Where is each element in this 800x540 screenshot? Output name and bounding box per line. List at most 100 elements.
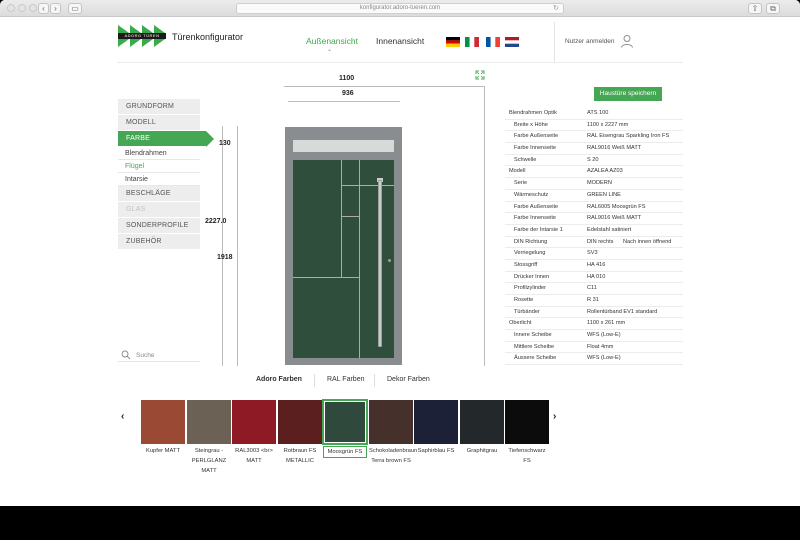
tab-divider xyxy=(314,374,315,387)
swatch-label: Saphirblau FS xyxy=(417,448,455,454)
tabs-icon[interactable]: ⧉ xyxy=(766,3,780,14)
tab-adoro-colors[interactable]: Adoro Farben xyxy=(256,371,302,389)
swatch-chip[interactable] xyxy=(232,400,276,444)
tab-outside-view[interactable]: Außenansicht xyxy=(306,36,358,46)
swatch-label: Graphitgrau xyxy=(466,448,498,454)
summary-row: Schwelle S 20 xyxy=(505,155,683,167)
swatch-label: Schokoladenbraun Terra brown FS xyxy=(369,448,418,464)
tab-dekor-colors[interactable]: Dekor Farben xyxy=(387,371,430,389)
back-icon[interactable]: ‹ xyxy=(38,3,49,14)
menu-item-grundform[interactable]: GRUNDFORM xyxy=(118,99,200,115)
dimension-inner-width: 936 xyxy=(342,90,354,97)
color-tabs: Adoro Farben RAL Farben Dekor Farben xyxy=(246,371,446,389)
brand-logo[interactable]: ADORO TÜREN xyxy=(118,25,166,47)
color-swatch[interactable]: Moosgrün FS xyxy=(322,399,368,458)
summary-row: Farbe Außenseite RAL6005 Moosgrün FS xyxy=(505,202,683,214)
next-swatches-button[interactable]: › xyxy=(553,411,556,422)
summary-row: Modell AZALEA AZ03 xyxy=(505,166,683,179)
tab-ral-colors[interactable]: RAL Farben xyxy=(327,371,364,389)
summary-row: Wärmeschutz GREEN LINE xyxy=(505,190,683,202)
door-groove xyxy=(341,185,394,186)
color-swatch[interactable]: Graphitgrau xyxy=(460,400,504,456)
previous-swatches-button[interactable]: ‹ xyxy=(121,411,124,422)
summary-key: Drücker Innen xyxy=(514,273,550,280)
expand-icon[interactable] xyxy=(475,70,485,80)
flag-germany-icon[interactable] xyxy=(446,37,460,47)
summary-key: Äussere Scheibe xyxy=(514,355,557,362)
summary-row: Rosette R 31 xyxy=(505,295,683,307)
menu-item-beschlaege[interactable]: BESCHLÄGE xyxy=(118,186,200,202)
swatch-label: Tiefenschwarz FS xyxy=(508,448,546,464)
summary-row: Mittlere Scheibe Float 4mm xyxy=(505,342,683,354)
swatch-chip[interactable] xyxy=(187,400,231,444)
summary-value: Edelstahl satiniert xyxy=(587,226,632,233)
dimension-line xyxy=(237,126,238,366)
flag-netherlands-icon[interactable] xyxy=(505,37,519,47)
summary-value: SV3 xyxy=(587,250,598,257)
swatch-chip[interactable] xyxy=(460,400,504,444)
zoom-dot[interactable] xyxy=(29,4,37,12)
summary-value: GREEN LINE xyxy=(587,191,621,198)
dimension-top-height: 130 xyxy=(219,140,231,147)
swatch-chip[interactable] xyxy=(369,400,413,444)
swatch-chip[interactable] xyxy=(278,400,322,444)
menu-item-farbe[interactable]: FARBE xyxy=(118,131,214,147)
save-door-button[interactable]: Haustüre speichern xyxy=(594,87,662,101)
color-swatch[interactable]: Tiefenschwarz FS xyxy=(505,400,549,466)
summary-key: Wärmeschutz xyxy=(514,191,549,198)
swatch-chip[interactable] xyxy=(322,399,368,445)
page-title: Türenkonfigurator xyxy=(172,32,244,42)
reload-icon[interactable]: ↻ xyxy=(553,4,559,13)
summary-value: HA 010 xyxy=(587,273,606,280)
forward-icon[interactable]: › xyxy=(50,3,61,14)
search-input[interactable] xyxy=(136,350,196,360)
color-swatch[interactable]: Kupfer MATT xyxy=(141,400,185,456)
summary-row: Blendrahmen Optik ATS 100 xyxy=(505,108,683,120)
color-swatch[interactable]: RAL3003 <br> MATT xyxy=(232,400,276,466)
dimension-outer-width: 1100 xyxy=(339,75,355,82)
submenu-item-fluegel[interactable]: Flügel xyxy=(118,160,200,173)
dimension-line xyxy=(222,126,223,366)
close-dot[interactable] xyxy=(7,4,15,12)
share-icon[interactable]: ⇧ xyxy=(748,3,762,14)
summary-value: RAL Eisengrau Sparkling Iron FS xyxy=(587,133,670,140)
summary-key: Mittlere Scheibe xyxy=(514,343,555,350)
swatch-chip[interactable] xyxy=(414,400,458,444)
color-swatch[interactable]: Steingrau - PERLGLANZ MATT xyxy=(187,400,231,476)
menu-item-zubehoer[interactable]: ZUBEHÖR xyxy=(118,234,200,250)
summary-value: MODERN xyxy=(587,180,612,187)
user-icon[interactable] xyxy=(620,34,634,48)
menu-item-modell[interactable]: MODELL xyxy=(118,115,200,131)
color-swatch[interactable]: Saphirblau FS xyxy=(414,400,458,456)
swatch-label: Steingrau - PERLGLANZ MATT xyxy=(191,448,227,474)
menu-item-sonderprofile[interactable]: SONDERPROFILE xyxy=(118,218,200,234)
tab-divider xyxy=(374,374,375,387)
summary-row: Serie MODERN xyxy=(505,178,683,190)
summary-key: Modell xyxy=(509,168,526,175)
submenu-item-blendrahmen[interactable]: Blendrahmen xyxy=(118,147,200,160)
summary-key: Türbänder xyxy=(514,308,540,315)
dimension-line xyxy=(284,86,484,87)
login-link[interactable]: Nutzer anmelden xyxy=(565,38,615,45)
header-divider xyxy=(554,22,555,62)
summary-value: S 20 xyxy=(587,156,599,163)
summary-value: Rollentürband EV1 standard xyxy=(587,308,658,315)
dimension-total-height: 2227.0 xyxy=(205,218,227,225)
flag-italy-icon[interactable] xyxy=(465,37,479,47)
summary-value: RAL6005 Moosgrün FS xyxy=(587,203,646,210)
browser-window: ‹ › ▭ konfigurator.adoro-tueren.com ↻ ⇧ … xyxy=(0,0,800,506)
summary-row: Farbe der Intarsie 1 Edelstahl satiniert xyxy=(505,225,683,237)
door-preview xyxy=(285,127,402,365)
flag-france-icon[interactable] xyxy=(486,37,500,47)
address-bar[interactable]: konfigurator.adoro-tueren.com ↻ xyxy=(236,3,564,14)
sidebar-icon[interactable]: ▭ xyxy=(68,3,82,14)
summary-row: Farbe Außenseite RAL Eisengrau Sparkling … xyxy=(505,131,683,144)
swatch-chip[interactable] xyxy=(505,400,549,444)
door-handle xyxy=(378,180,382,347)
color-swatch[interactable]: Schokoladenbraun Terra brown FS xyxy=(369,400,418,466)
submenu-item-intarsie[interactable]: Intarsie xyxy=(118,173,200,186)
minimize-dot[interactable] xyxy=(18,4,26,12)
color-swatch[interactable]: Rotbraun FS METALLIC xyxy=(278,400,322,466)
swatch-chip[interactable] xyxy=(141,400,185,444)
tab-inside-view[interactable]: Innenansicht xyxy=(376,36,424,46)
